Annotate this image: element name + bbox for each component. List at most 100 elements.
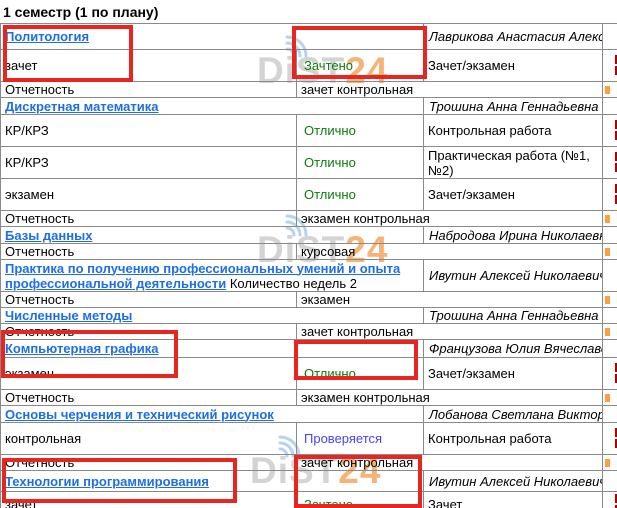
assessment-type-cell: зачет [1,50,297,82]
table-row: Базы данных Набродова Ирина Николаевна [1,227,617,244]
work-type-cell: Зачет/экзамен [424,358,603,390]
course-link[interactable]: Дискретная математика [5,99,159,114]
table-row: зачетЗачтеноЗачет/экзамен [1,50,617,82]
table-row: КР/КРЗОтличноКонтрольная работа [1,115,617,147]
work-type-cell: Практическая работа (№1, №2) [424,147,603,179]
clipped-text-fragment [605,248,610,256]
report-label-cell: Отчетность [1,390,297,406]
grade-cell: Зачтено [297,492,424,508]
report-label-cell: Отчетность [1,292,297,308]
table-row: контрольнаяПроверяетсяКонтрольная работа [1,423,617,455]
clipped-edge-cell [603,308,617,324]
teacher-cell: Трошина Анна Геннадьевна [424,308,603,324]
assessment-type-cell: КР/КРЗ [1,115,297,147]
clipped-edge-cell [603,82,617,98]
assessment-type-cell: экзамен [1,358,297,390]
assessment-type-cell: зачет [1,492,297,508]
course-cell: Базы данных [1,227,424,244]
assessment-type-cell: экзамен [1,179,297,211]
table-row: Отчетностьзачет контрольная [1,455,617,471]
table-row: экзаменОтличноЗачет/экзамен [1,179,617,211]
course-link[interactable]: Компьютерная графика [5,341,158,356]
report-label-cell: Отчетность [1,455,297,471]
course-cell: Технологии программирования [1,471,424,492]
grade-cell: Проверяется [297,423,424,455]
clipped-edge-cell [603,227,617,244]
clipped-text-fragment [605,86,610,94]
semester-header: 1 семестр (1 по плану) [0,0,617,23]
report-label-cell: Отчетность [1,82,297,98]
table-row: Практика по получению профессиональных у… [1,260,617,292]
clipped-edge-cell [603,324,617,340]
clipped-edge-cell [603,211,617,227]
course-cell: Компьютерная графика [1,340,424,358]
work-type-cell: Зачет/экзамен [424,179,603,211]
grade-cell: Отлично [297,147,424,179]
teacher-cell: Набродова Ирина Николаевна [424,227,603,244]
report-label-cell: Отчетность [1,324,297,340]
clipped-edge-cell [603,98,617,115]
work-type-cell: Зачет [424,492,603,508]
grade-cell: Отлично [297,115,424,147]
clipped-text-fragment [605,296,610,304]
clipped-edge-cell [603,260,617,292]
course-link[interactable]: Политология [5,29,89,44]
work-type-cell: Зачет/экзамен [424,50,603,82]
table-row: зачетЗачтеноЗачет [1,492,617,508]
clipped-edge-cell [603,50,617,82]
work-type-cell: Контрольная работа [424,115,603,147]
course-link[interactable]: Численные методы [5,308,132,323]
clipped-text-fragment [605,394,610,402]
clipped-edge-cell [603,179,617,211]
table-row: КР/КРЗОтличноПрактическая работа (№1, №2… [1,147,617,179]
report-value-cell: экзамен [297,292,603,308]
report-label-cell: Отчетность [1,244,297,260]
clipped-edge-cell [603,24,617,50]
table-row: Дискретная математика Трошина Анна Геннад… [1,98,617,115]
table-row: Основы черчения и технический рисунок Лоб… [1,406,617,423]
clipped-edge-cell [603,406,617,423]
clipped-text-fragment [605,459,610,467]
table-row: Численные методы Трошина Анна Геннадьевна [1,308,617,324]
clipped-edge-cell [603,471,617,492]
table-row: Технологии программирования Ивутин Алексе… [1,471,617,492]
teacher-cell: Лобанова Светлана Викторо [424,406,603,423]
report-value-cell: экзамен контрольная [297,211,603,227]
table-row: Политология Лаврикова Анастасия Алекса [1,24,617,50]
course-link[interactable]: Технологии программирования [5,474,209,489]
clipped-text-fragment [605,328,610,336]
grades-table: ПолитологияЛаврикова Анастасия Алексазач… [0,23,617,508]
teacher-cell: Ивутин Алексей Николаевич [424,471,603,492]
teacher-cell: Лаврикова Анастасия Алекса [424,24,603,50]
teacher-cell: Французова Юлия Вячеславов [424,340,603,358]
clipped-text-fragment [605,215,610,223]
report-value-cell: экзамен контрольная [297,390,603,406]
assessment-type-cell: КР/КРЗ [1,147,297,179]
clipped-edge-cell [603,492,617,508]
course-cell: Основы черчения и технический рисунок [1,406,424,423]
table-row: Компьютерная графика Французова Юлия Вяче… [1,340,617,358]
grade-cell: Зачтено [297,50,424,82]
report-value-cell: зачет контрольная [297,455,603,471]
table-row: Отчетностькурсовая [1,244,617,260]
report-value-cell: курсовая [297,244,603,260]
assessment-type-cell: контрольная [1,423,297,455]
table-row: Отчетностьзачет контрольная [1,82,617,98]
clipped-edge-cell [603,244,617,260]
work-type-cell: Контрольная работа [424,423,603,455]
table-row: Отчетностьзачет контрольная [1,324,617,340]
teacher-cell: Трошина Анна Геннадьевна [424,98,603,115]
course-link[interactable]: Основы черчения и технический рисунок [5,407,274,422]
course-cell: Политология [1,24,424,50]
clipped-edge-cell [603,358,617,390]
grade-cell: Отлично [297,358,424,390]
course-weeks-note: Количество недель 2 [226,276,357,291]
clipped-edge-cell [603,423,617,455]
table-row: Отчетностьэкзамен [1,292,617,308]
course-link[interactable]: Базы данных [5,228,92,243]
table-row: Отчетностьэкзамен контрольная [1,390,617,406]
clipped-edge-cell [603,390,617,406]
course-cell: Численные методы [1,308,424,324]
clipped-edge-cell [603,147,617,179]
report-value-cell: зачет контрольная [297,82,603,98]
